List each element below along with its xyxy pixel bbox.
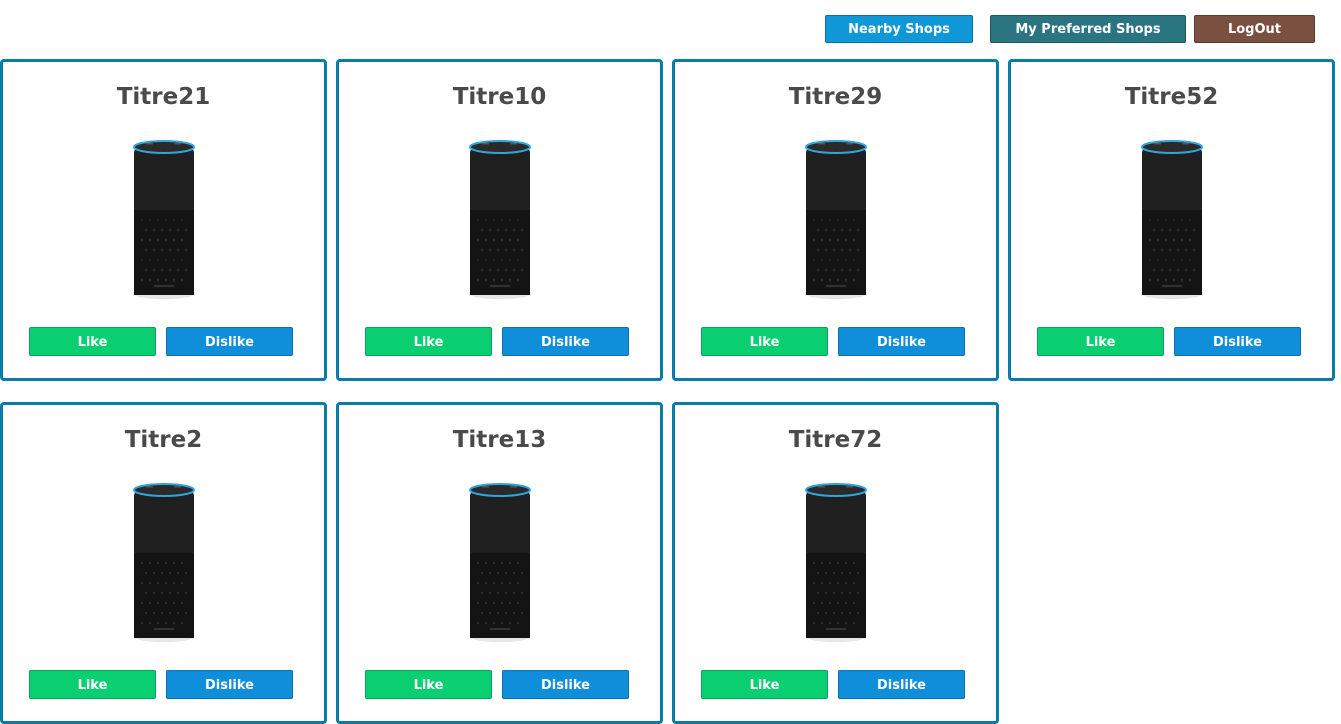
- like-button[interactable]: Like: [29, 327, 156, 356]
- shop-card: Titre10 Like Dislike: [336, 59, 663, 381]
- dislike-button[interactable]: Dislike: [166, 670, 293, 699]
- shop-grid: Titre21 Like Dislike Titre10 Like Dislik…: [0, 59, 1341, 724]
- like-button[interactable]: Like: [29, 670, 156, 699]
- shop-card: Titre21 Like Dislike: [0, 59, 327, 381]
- like-button[interactable]: Like: [365, 670, 492, 699]
- shop-title: Titre10: [452, 84, 547, 110]
- smart-speaker-icon: [804, 483, 867, 642]
- shop-card: Titre72 Like Dislike: [672, 402, 999, 724]
- like-button[interactable]: Like: [701, 327, 828, 356]
- like-button[interactable]: Like: [701, 670, 828, 699]
- dislike-button[interactable]: Dislike: [502, 670, 629, 699]
- smart-speaker-icon: [132, 483, 195, 642]
- shop-title: Titre13: [452, 427, 547, 453]
- shop-card: Titre2 Like Dislike: [0, 402, 327, 724]
- smart-speaker-icon: [1140, 140, 1203, 299]
- nearby-shops-button[interactable]: Nearby Shops: [825, 15, 973, 43]
- dislike-button[interactable]: Dislike: [502, 327, 629, 356]
- like-button[interactable]: Like: [365, 327, 492, 356]
- smart-speaker-icon: [804, 140, 867, 299]
- shop-title: Titre2: [124, 427, 203, 453]
- dislike-button[interactable]: Dislike: [166, 327, 293, 356]
- smart-speaker-icon: [468, 140, 531, 299]
- like-button[interactable]: Like: [1037, 327, 1164, 356]
- dislike-button[interactable]: Dislike: [838, 327, 965, 356]
- smart-speaker-icon: [132, 140, 195, 299]
- shop-card: Titre29 Like Dislike: [672, 59, 999, 381]
- top-navigation: Nearby Shops My Preferred Shops LogOut: [0, 15, 1341, 43]
- shop-title: Titre52: [1124, 84, 1219, 110]
- logout-button[interactable]: LogOut: [1194, 15, 1315, 43]
- shop-card: Titre13 Like Dislike: [336, 402, 663, 724]
- smart-speaker-icon: [468, 483, 531, 642]
- shop-card: Titre52 Like Dislike: [1008, 59, 1335, 381]
- dislike-button[interactable]: Dislike: [838, 670, 965, 699]
- shop-title: Titre72: [788, 427, 883, 453]
- dislike-button[interactable]: Dislike: [1174, 327, 1301, 356]
- shop-title: Titre29: [788, 84, 883, 110]
- shop-title: Titre21: [116, 84, 211, 110]
- my-preferred-shops-button[interactable]: My Preferred Shops: [990, 15, 1186, 43]
